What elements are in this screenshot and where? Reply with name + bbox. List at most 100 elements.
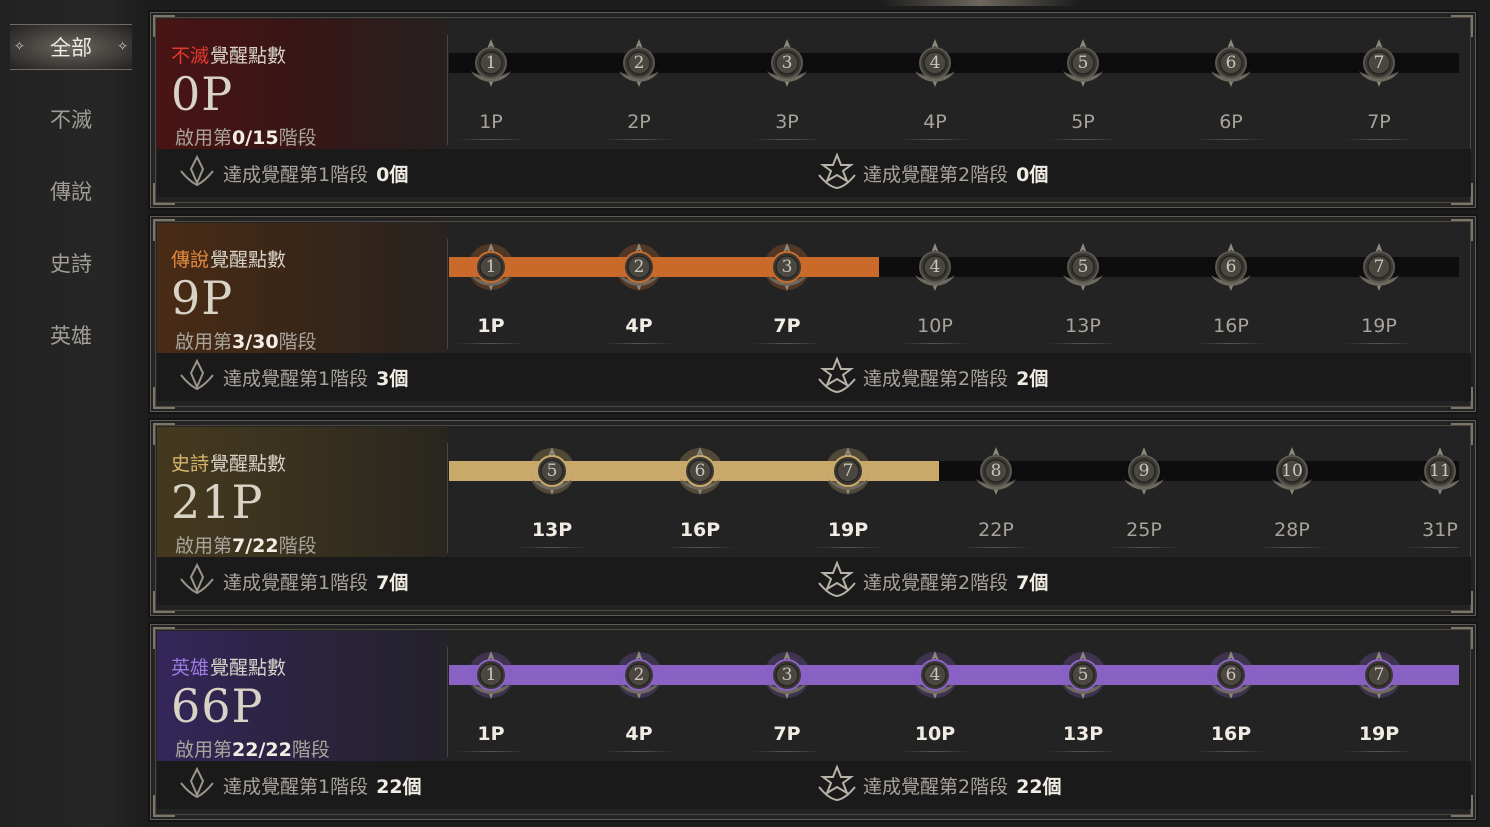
achievement-count: 3個 (376, 367, 409, 390)
grade-filter-sidebar: ✧ 全部 ✧ 不滅 傳說 史詩 英雄 (0, 0, 145, 827)
node-point-label: 31P (1422, 519, 1458, 541)
node-number: 3 (781, 257, 793, 277)
awakening-node[interactable]: 10 (1266, 445, 1318, 497)
awakening-node[interactable]: 7 (1353, 649, 1405, 701)
awakening-node[interactable]: 2 (613, 649, 665, 701)
node-point-label: 19P (1361, 315, 1397, 337)
awakening-node[interactable]: 8 (970, 445, 1022, 497)
node-point-label: 7P (773, 723, 801, 745)
grade-name: 不滅 (171, 45, 210, 67)
node-number: 2 (633, 665, 645, 685)
node-underline (752, 139, 822, 140)
active-stage-text: 啟用第0/15階段 (175, 123, 317, 150)
node-point-label: 4P (923, 111, 947, 133)
node-point-label: 25P (1126, 519, 1162, 541)
stage-prefix: 啟用第 (175, 535, 233, 557)
achievement-count: 7個 (376, 571, 409, 594)
awakening-summary: 傳說覺醒點數 9P 啟用第3/30階段 (157, 223, 447, 353)
awakening-points: 21P (171, 475, 264, 529)
stage-prefix: 啟用第 (175, 127, 233, 149)
stage-suffix: 階段 (278, 331, 317, 353)
node-number: 7 (1373, 257, 1385, 277)
node-underline (517, 547, 587, 548)
node-point-label: 16P (1210, 723, 1252, 745)
awakening-node[interactable]: 5 (1057, 241, 1109, 293)
node-underline (1405, 547, 1459, 548)
node-underline (1048, 343, 1118, 344)
filter-tab-immortal[interactable]: 不滅 (10, 96, 132, 142)
awakening-node[interactable]: 7 (1353, 241, 1405, 293)
grade-name: 英雄 (171, 657, 210, 679)
legendary-panel: 傳說覺醒點數 9P 啟用第3/30階段 1 1P 2 4P 3 7P 4 10P… (148, 214, 1478, 414)
awakening-node[interactable]: 4 (909, 37, 961, 89)
awakening-node[interactable]: 4 (909, 649, 961, 701)
achievement-stage-2: 達成覺醒第2階段 22個 (817, 761, 1062, 809)
node-number: 2 (633, 53, 645, 73)
grade-name: 傳說 (171, 249, 210, 271)
awakening-node[interactable]: 11 (1414, 445, 1459, 497)
awakening-node[interactable]: 7 (822, 445, 874, 497)
achievement-count: 7個 (1016, 571, 1049, 594)
node-number: 4 (929, 53, 941, 73)
awakening-node[interactable]: 6 (1205, 37, 1257, 89)
filter-tab-all[interactable]: ✧ 全部 ✧ (10, 24, 132, 70)
achievement-count: 22個 (376, 775, 422, 798)
awakening-node[interactable]: 3 (761, 241, 813, 293)
node-underline (752, 751, 822, 752)
awakening-node[interactable]: 5 (1057, 649, 1109, 701)
node-point-label: 19P (827, 519, 869, 541)
achievement-bar: 達成覺醒第1階段 22個 達成覺醒第2階段 22個 (157, 761, 1471, 809)
node-underline (1196, 343, 1266, 344)
achievement-text: 達成覺醒第1階段 (223, 163, 369, 186)
node-point-label: 10P (917, 315, 953, 337)
active-stage-text: 啟用第7/22階段 (175, 531, 317, 558)
node-underline (604, 343, 674, 344)
awakening-node[interactable]: 9 (1118, 445, 1170, 497)
awakening-node[interactable]: 1 (465, 37, 517, 89)
achievement-text: 達成覺醒第2階段 (863, 163, 1009, 186)
awakening-node[interactable]: 6 (674, 445, 726, 497)
awakening-node[interactable]: 6 (1205, 241, 1257, 293)
achievement-text: 達成覺醒第2階段 (863, 367, 1009, 390)
stage-value: 7/22 (232, 535, 279, 557)
awakening-points: 9P (171, 271, 234, 325)
achievement-text: 達成覺醒第1階段 (223, 367, 369, 390)
node-underline (1048, 751, 1118, 752)
achievement-stage-1: 達成覺醒第1階段 7個 (177, 557, 408, 605)
node-underline (456, 343, 526, 344)
filter-tab-legendary[interactable]: 傳說 (10, 168, 132, 214)
achievement-bar: 達成覺醒第1階段 3個 達成覺醒第2階段 2個 (157, 353, 1471, 401)
awakening-node[interactable]: 3 (761, 37, 813, 89)
achievement-count: 0個 (376, 163, 409, 186)
node-number: 10 (1281, 461, 1303, 481)
awakening-node[interactable]: 1 (465, 649, 517, 701)
node-number: 7 (1373, 665, 1385, 685)
awakening-node[interactable]: 6 (1205, 649, 1257, 701)
stage-1-emblem-icon (177, 151, 223, 196)
stage-2-emblem-icon (817, 763, 863, 808)
awakening-node[interactable]: 3 (761, 649, 813, 701)
achievement-text: 達成覺醒第1階段 (223, 775, 369, 798)
node-point-label: 19P (1358, 723, 1400, 745)
awakening-node[interactable]: 5 (1057, 37, 1109, 89)
awakening-node[interactable]: 2 (613, 241, 665, 293)
node-underline (1196, 751, 1266, 752)
active-stage-text: 啟用第3/30階段 (175, 327, 317, 354)
awakening-node[interactable]: 5 (526, 445, 578, 497)
achievement-bar: 達成覺醒第1階段 7個 達成覺醒第2階段 7個 (157, 557, 1471, 605)
node-underline (456, 751, 526, 752)
top-decoration (880, 0, 1080, 6)
awakening-summary: 英雄覺醒點數 66P 啟用第22/22階段 (157, 631, 447, 761)
awakening-node[interactable]: 4 (909, 241, 961, 293)
awakening-node[interactable]: 2 (613, 37, 665, 89)
epic-panel: 史詩覺醒點數 21P 啟用第7/22階段 5 13P 6 16P 7 19P 8… (148, 418, 1478, 618)
awakening-node[interactable]: 1 (465, 241, 517, 293)
node-point-label: 3P (775, 111, 799, 133)
node-number: 6 (1225, 257, 1237, 277)
filter-tab-epic[interactable]: 史詩 (10, 240, 132, 286)
filter-tab-label: 全部 (50, 36, 92, 60)
achievement-stage-1: 達成覺醒第1階段 3個 (177, 353, 408, 401)
node-number: 4 (929, 665, 941, 685)
filter-tab-hero[interactable]: 英雄 (10, 312, 132, 358)
awakening-node[interactable]: 7 (1353, 37, 1405, 89)
